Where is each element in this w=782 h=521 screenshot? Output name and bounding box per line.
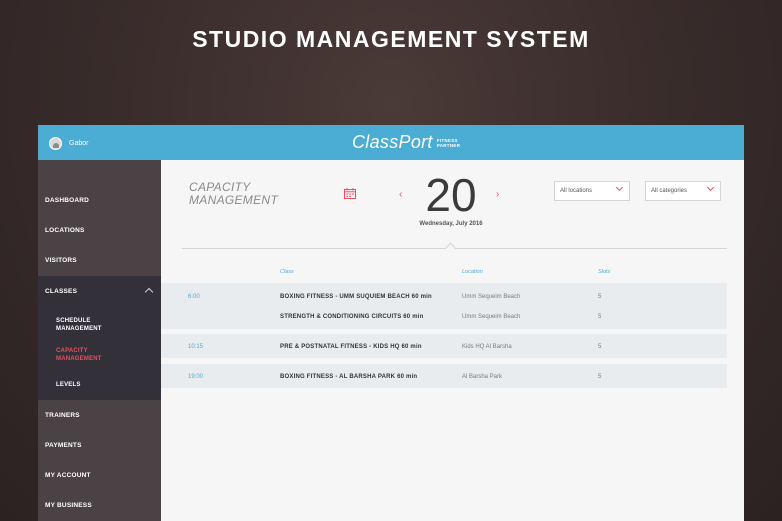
user-menu[interactable]: Gabor [49, 137, 88, 150]
sidebar-item-label: TRAINERS [45, 411, 80, 419]
column-header-class: Class [280, 269, 294, 275]
time-group-19-00 [161, 364, 727, 388]
day-number: 20 [425, 169, 477, 221]
chevron-down-icon [615, 183, 624, 192]
row-location: Umm Sequeim Beach [462, 314, 521, 320]
row-class: BOXING FITNESS - AL BARSHA PARK 60 min [280, 374, 418, 380]
sidebar-item-label: PAYMENTS [45, 441, 82, 449]
avatar[interactable] [49, 137, 62, 150]
app-window: Gabor ClassPort FITNESS PARTNER DASHBOAR… [38, 125, 744, 521]
subitem-label-line1: CAPACITY [56, 348, 88, 354]
chevron-up-icon[interactable] [144, 287, 154, 297]
classes-section: CLASSES SCHEDULE MANAGEMENT CAPACITY MAN… [38, 276, 161, 400]
subitem-label-line1: LEVELS [56, 382, 81, 388]
calendar-icon[interactable] [344, 188, 356, 199]
row-slots: 5 [598, 314, 602, 320]
subitem-label-line2: MANAGEMENT [56, 326, 102, 332]
date-label: Wednesday, July 2016 [419, 221, 483, 227]
row-slots: 5 [598, 374, 602, 380]
sidebar-item-label: VISITORS [45, 256, 77, 264]
locations-select[interactable]: All locations [554, 181, 630, 201]
sidebar-item-my-account[interactable]: MY ACCOUNT [38, 460, 161, 490]
subitem-label-line2: MANAGEMENT [56, 356, 102, 362]
main-content: CAPACITY MANAGEMENT ‹ 20 › Wednesday, Ju… [161, 160, 744, 521]
row-class: PRE & POSTNATAL FITNESS - KIDS HQ 60 min [280, 344, 422, 350]
locations-select-value: All locations [560, 188, 593, 194]
sidebar-item-trainers[interactable]: TRAINERS [38, 400, 161, 430]
logo-tagline: FITNESS PARTNER [437, 138, 461, 148]
sidebar-subitem-levels[interactable]: LEVELS [56, 381, 81, 389]
sidebar-item-my-business[interactable]: MY BUSINESS [38, 490, 161, 520]
row-time: 10:15 [188, 344, 204, 350]
categories-select-value: All categories [651, 188, 688, 194]
row-time: 19:00 [188, 374, 204, 380]
sidebar-item-visitors[interactable]: VISITORS [38, 245, 161, 275]
categories-select[interactable]: All categories [645, 181, 721, 201]
subitem-label-line1: SCHEDULE [56, 318, 91, 324]
row-slots: 5 [598, 294, 602, 300]
row-location: Kids HQ Al Barsha [462, 344, 512, 350]
next-day-button[interactable]: › [496, 189, 499, 200]
row-class: BOXING FITNESS - UMM SUQUIEM BEACH 60 mi… [280, 294, 432, 300]
sidebar-item-classes[interactable]: CLASSES [38, 276, 161, 306]
row-location: Al Barsha Park [462, 374, 503, 380]
row-time: 6:00 [188, 294, 200, 300]
chevron-down-icon [706, 183, 715, 192]
sidebar: DASHBOARD LOCATIONS VISITORS CLASSES SCH… [38, 160, 161, 521]
time-group-6-00 [161, 283, 727, 329]
page-title-line2: MANAGEMENT [189, 193, 279, 207]
page-headline: STUDIO MANAGEMENT SYSTEM [192, 26, 590, 52]
logo-tagline-line2: PARTNER [436, 142, 461, 148]
top-bar: Gabor ClassPort FITNESS PARTNER [38, 125, 744, 160]
column-header-location: Location [462, 269, 483, 275]
sidebar-item-locations[interactable]: LOCATIONS [38, 215, 161, 245]
sidebar-item-label: MY BUSINESS [45, 501, 92, 509]
column-header-slots: Slots [598, 269, 611, 275]
sidebar-item-label: LOCATIONS [45, 226, 85, 234]
row-class: STRENGTH & CONDITIONING CIRCUITS 60 min [280, 314, 424, 320]
prev-day-button[interactable]: ‹ [399, 189, 402, 200]
time-group-10-15 [161, 334, 727, 358]
sidebar-item-payments[interactable]: PAYMENTS [38, 430, 161, 460]
sidebar-subitem-capacity-management[interactable]: CAPACITY MANAGEMENT [56, 347, 102, 363]
row-location: Umm Sequeim Beach [462, 294, 521, 300]
row-slots: 5 [598, 344, 602, 350]
page-title: CAPACITY MANAGEMENT [189, 181, 278, 207]
sidebar-item-label: DASHBOARD [45, 196, 90, 204]
sidebar-item-dashboard[interactable]: DASHBOARD [38, 185, 161, 215]
page-title-line1: CAPACITY [189, 180, 251, 194]
sidebar-item-label: CLASSES [45, 287, 78, 295]
username[interactable]: Gabor [69, 140, 88, 147]
sidebar-item-label: MY ACCOUNT [45, 471, 91, 479]
logo-text: ClassPort [352, 132, 433, 152]
app-logo: ClassPort FITNESS PARTNER [352, 132, 460, 153]
sidebar-subitem-schedule-management[interactable]: SCHEDULE MANAGEMENT [56, 317, 102, 333]
divider-notch [445, 242, 456, 253]
